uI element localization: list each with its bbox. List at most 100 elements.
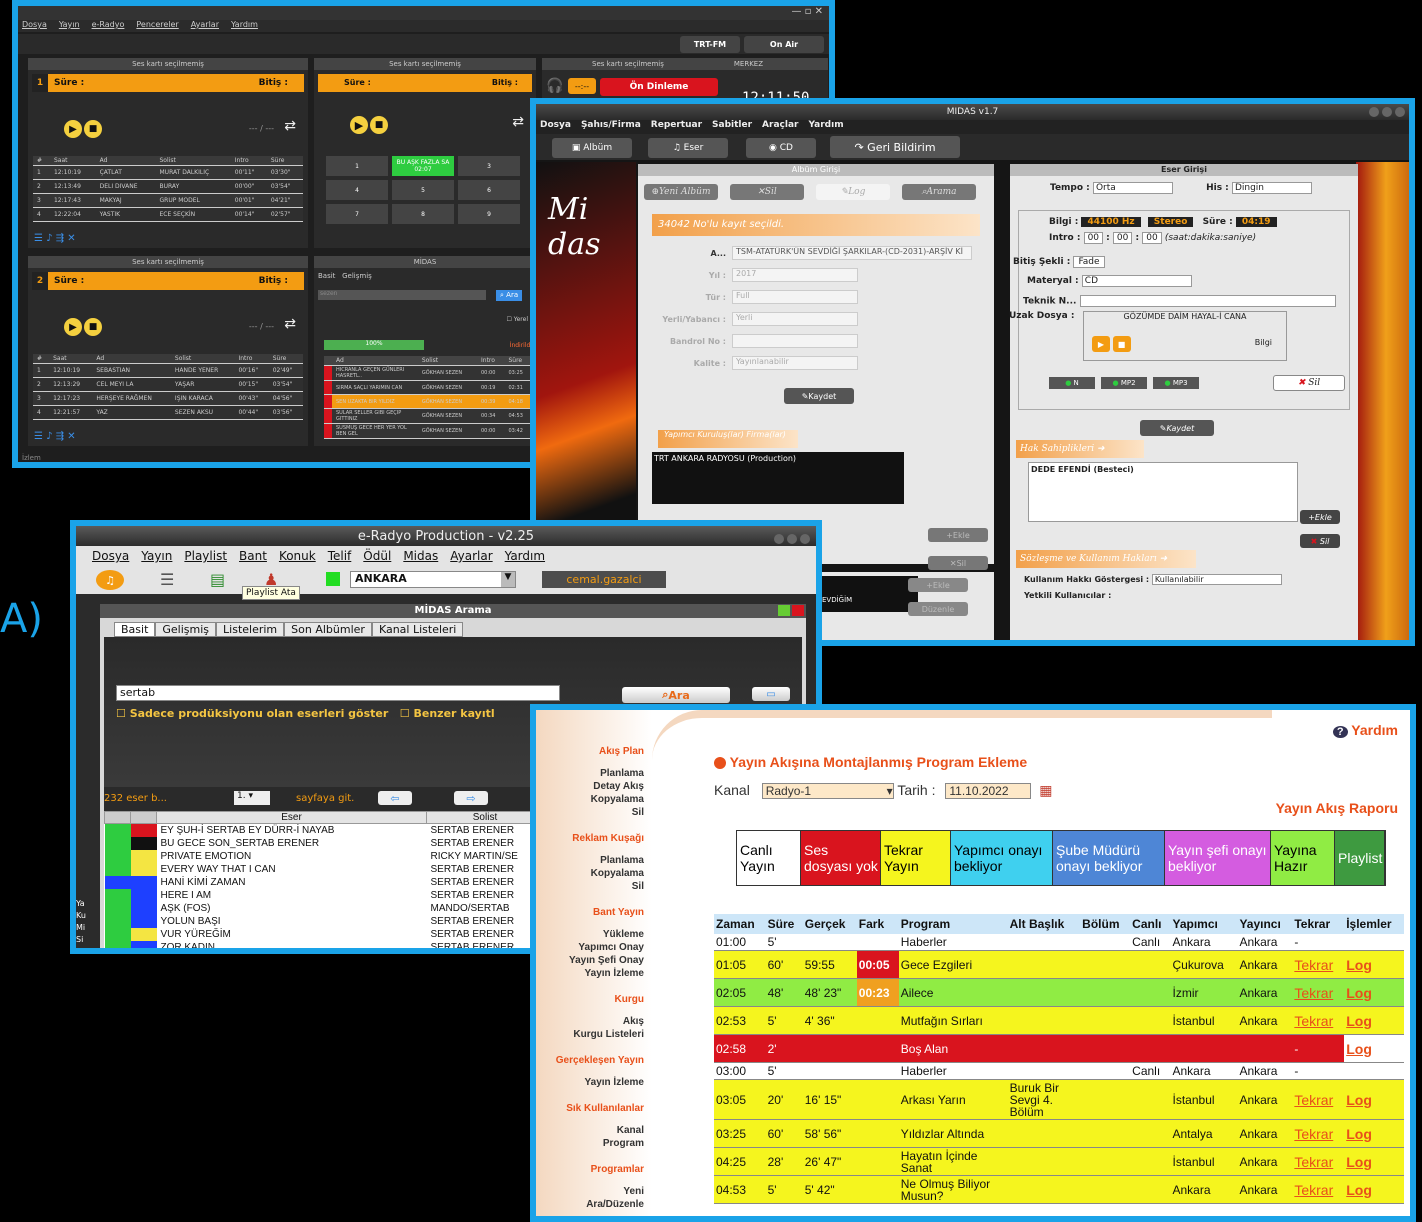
result-row[interactable]: AŞK (FOS) MANDO/SERTAB [104, 901, 544, 915]
search-tab[interactable]: Kanal Listeleri [371, 622, 464, 637]
cart-key[interactable]: 7 [326, 204, 388, 224]
tekrar-link[interactable]: Tekrar [1292, 1007, 1344, 1035]
midas-ara-button[interactable]: ⌕ Ara [496, 290, 523, 301]
album-arama-button[interactable]: ⌕ Arama [902, 184, 976, 200]
akis-row[interactable]: 02:53 5' 4' 36" Mutfağın Sırları İstanbul Ank… [714, 1006, 1404, 1035]
playlist-row[interactable]: 2 12:13:29 CEL MEYI LA YAŞAR 00'15" 03'54" [33, 377, 303, 392]
channel-button[interactable]: TRT-FM [680, 36, 740, 53]
maximize-icon[interactable] [778, 605, 790, 616]
format-n-button[interactable]: ● N [1049, 377, 1095, 389]
nav-item[interactable]: Sil [536, 880, 644, 893]
field-value[interactable]: Yerli [732, 312, 858, 326]
nav-section[interactable]: Programlar [536, 1164, 644, 1175]
result-row[interactable]: PRIVATE EMOTION RICKY MARTIN/SE [104, 849, 544, 863]
kullanim-select[interactable]: Kullanılabilir [1151, 574, 1282, 585]
close-icon[interactable] [792, 605, 804, 616]
yerel-checkbox[interactable]: ☐ Yerel [506, 316, 528, 323]
album-button[interactable]: ▣ Albüm [552, 138, 632, 158]
playlist-tools-icon[interactable]: ☰ ♪ ⇶ ✕ [34, 233, 76, 244]
menu-item[interactable]: Repertuar [651, 120, 702, 130]
menu-item[interactable]: Yayın [59, 20, 80, 29]
tekrar-link[interactable]: - [1292, 1063, 1344, 1080]
nav-item[interactable]: Kopyalama [536, 793, 644, 806]
nav-section[interactable]: Gerçekleşen Yayın [536, 1055, 644, 1066]
play-icon[interactable]: ▶ [64, 318, 82, 336]
menu-item[interactable]: Dosya [92, 549, 129, 563]
result-row[interactable]: YOLUN BAŞI SERTAB ERENER [104, 914, 544, 928]
hak-sil-button[interactable]: ✖ Sil [1300, 534, 1340, 548]
nav-item[interactable]: Detay Akış [536, 780, 644, 793]
stop-icon[interactable]: ■ [370, 116, 388, 134]
log-link[interactable]: Log [1344, 1120, 1404, 1148]
result-row[interactable]: BU GECE SON_SERTAB ERENER SERTAB ERENER [104, 836, 544, 850]
yapimci-sil-button[interactable]: ✕ Sil [928, 556, 988, 570]
hak-ekle-button[interactable]: + Ekle [1300, 510, 1340, 524]
kanal-select[interactable]: Radyo-1 ▾ [761, 783, 894, 800]
play-icon[interactable]: ▶ [1092, 336, 1110, 352]
playlist-row[interactable]: 4 12:21:57 YAZ SEZEN AKSU 00'44" 03'56" [33, 405, 303, 420]
log-link[interactable]: Log [1344, 1080, 1404, 1120]
tekrar-link[interactable]: Tekrar [1292, 979, 1344, 1007]
nav-item[interactable]: Planlama [536, 767, 644, 780]
ara-button[interactable]: ⌕ Ara [622, 687, 730, 703]
nav-item[interactable]: Yükleme [536, 928, 644, 941]
nav-item[interactable]: Kurgu Listeleri [536, 1028, 644, 1041]
log-link[interactable]: Log [1344, 979, 1404, 1007]
nav-item[interactable]: Ara/Düzenle [536, 1198, 644, 1211]
tekrar-link[interactable]: - [1292, 1035, 1344, 1063]
tab-basit[interactable]: Basit [318, 272, 335, 280]
cd-button[interactable]: ◉ CD [746, 138, 816, 158]
cart-key[interactable]: 6 [458, 180, 520, 200]
repeat-icon[interactable]: ⇄ [284, 316, 296, 332]
yapimci-ekle-button[interactable]: + Ekle [928, 528, 988, 542]
cart-key[interactable]: 5 [392, 180, 454, 200]
cart-key[interactable]: 9 [458, 204, 520, 224]
menu-item[interactable]: Ödül [363, 549, 391, 563]
album-yeni-button[interactable]: ⊕ Yeni Albüm [644, 184, 718, 200]
cart-key[interactable]: 4 [326, 180, 388, 200]
nav-item[interactable]: Program [536, 1137, 644, 1150]
menu-item[interactable]: Pencereler [136, 20, 178, 29]
result-row[interactable]: HANİ KİMİ ZAMAN SERTAB ERENER [104, 875, 544, 889]
akis-row[interactable]: 02:58 2' Boş Alan - Log [714, 1034, 1404, 1063]
window-controls[interactable]: — ▫ ✕ [791, 6, 823, 17]
log-link[interactable]: Log [1344, 1034, 1404, 1063]
result-row[interactable]: EY ŞUH-İ SERTAB EY DÜRR-İ NAYAB SERTAB ER… [104, 823, 544, 837]
log-link[interactable]: Log [1344, 1148, 1404, 1176]
nav-section[interactable]: Kurgu [536, 994, 644, 1005]
midas-row[interactable]: SIRMA SAÇLI YARIMIN CAN GÖKHAN SEZEN 00:19… [324, 380, 532, 395]
akis-row[interactable]: 01:05 60' 59:55 00:05 Gece Ezgileri Çukurova A… [714, 950, 1404, 979]
menu-item[interactable]: Yardım [808, 120, 843, 130]
yardim-link[interactable]: ? Yardım [1332, 722, 1398, 738]
bitis-select[interactable]: Fade [1073, 256, 1105, 268]
stop-icon[interactable]: ■ [84, 120, 102, 138]
menu-item[interactable]: Yardım [231, 20, 258, 29]
result-row[interactable]: HERE I AM SERTAB ERENER [104, 888, 544, 902]
nav-item[interactable]: Yayın İzleme [536, 967, 644, 980]
stop-icon[interactable]: ■ [1112, 336, 1131, 352]
format-mp2-button[interactable]: ● MP2 [1101, 377, 1147, 389]
prev-page-icon[interactable]: ⇦ [378, 791, 412, 805]
tekrar-link[interactable]: Tekrar [1292, 1148, 1344, 1176]
midas-row[interactable]: SULAR SELLER GIBI GEÇIP GITTINIZ GÖKHAN S… [324, 408, 532, 424]
akis-row[interactable]: 04:25 28' 26' 47" Hayatın İçinde Sanat İstan… [714, 1147, 1404, 1176]
page-select[interactable]: 1. ▾ [234, 791, 270, 805]
cart-key[interactable]: BU AŞK FAZLA SA 02:07 [392, 156, 454, 176]
tekrar-link[interactable]: - [1292, 934, 1344, 951]
menu-item[interactable]: e-Radyo [92, 20, 125, 29]
search-input[interactable]: sertab [116, 685, 560, 701]
playlist-row[interactable]: 4 12:22:04 YASTIK ECE SEÇKİN 00'14" 02'57" [33, 207, 303, 222]
nav-section[interactable]: Bant Yayın [536, 907, 644, 918]
result-row[interactable]: EVERY WAY THAT I CAN SERTAB ERENER [104, 862, 544, 876]
menu-item[interactable]: Telif [328, 549, 352, 563]
log-link[interactable]: Log [1344, 1007, 1404, 1035]
menu-item[interactable]: Playlist [184, 549, 227, 563]
tekrar-link[interactable]: Tekrar [1292, 1120, 1344, 1148]
search-tab[interactable]: Gelişmiş [155, 622, 217, 637]
next-page-icon[interactable]: ⇨ [454, 791, 488, 805]
album-sil-button[interactable]: ✕ Sil [730, 184, 804, 200]
hak-list[interactable]: DEDE EFENDİ (Besteci) [1028, 462, 1298, 522]
midas-row[interactable]: SEN UZAKTA BIR YILDIZ GÖKHAN SEZEN 00:39 04… [324, 394, 532, 409]
search-tab[interactable]: Basit [114, 622, 156, 637]
lower-ekle-button[interactable]: + Ekle [908, 578, 968, 592]
